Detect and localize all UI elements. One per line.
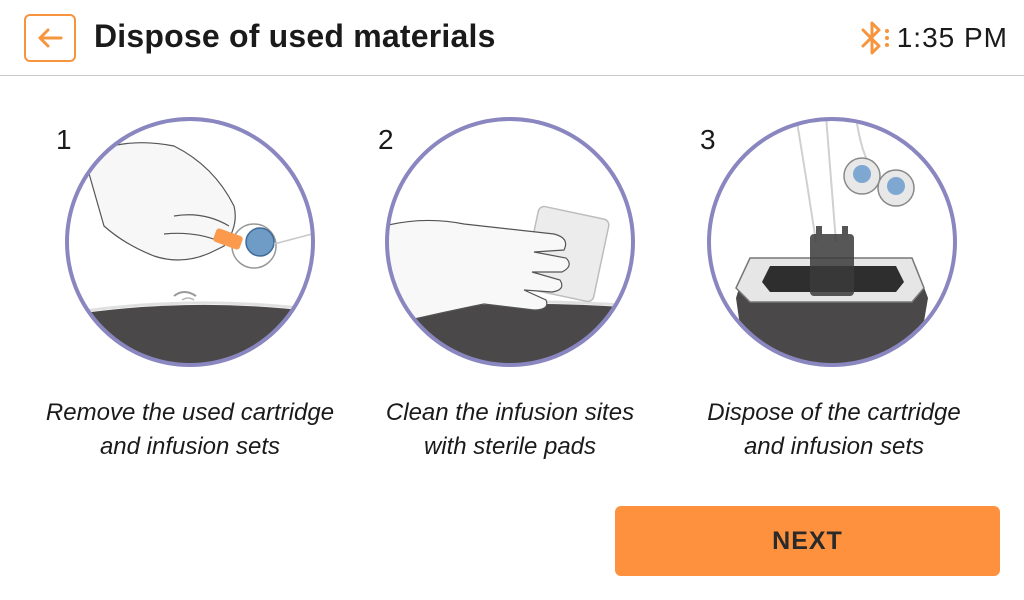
step-caption: Dispose of the cartridge and infusion se… [707,399,961,460]
status-area: 1:35 PM [859,20,1008,56]
arrow-left-icon [38,28,63,48]
bluetooth-icon [859,20,893,56]
next-button[interactable]: NEXT [615,506,1000,576]
header-bar: Dispose of used materials 1:35 PM [0,0,1024,76]
page-title: Dispose of used materials [94,18,496,54]
status-time: 1:35 PM [896,22,1008,53]
step-2: 2 Clean the infusion sites with sterile … [362,112,662,472]
step-caption: Remove the used cartridge and infusion s… [45,399,335,460]
step-3: 3 Dispose of the cartridge and infusion … [684,112,984,472]
step-1: 1 Remove the used cartridge and infusion… [40,112,340,472]
remove-cartridge-illustration [65,117,315,367]
clean-sites-illustration [385,117,635,367]
back-button[interactable] [24,14,76,62]
dispose-container-illustration [707,117,957,367]
step-caption: Clean the infusion sites with sterile pa… [385,399,635,460]
